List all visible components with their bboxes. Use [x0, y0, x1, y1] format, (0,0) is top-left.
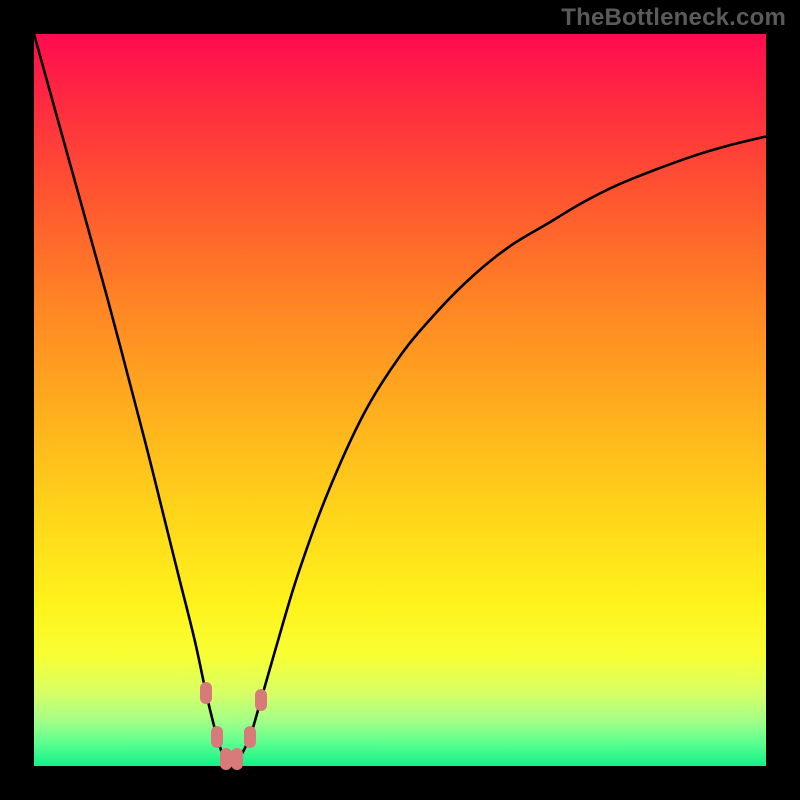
chart-frame: TheBottleneck.com	[0, 0, 800, 800]
min-marker	[231, 748, 243, 770]
bottleneck-curve	[34, 34, 766, 766]
attribution-label: TheBottleneck.com	[561, 4, 786, 32]
min-marker	[255, 689, 267, 711]
min-marker	[200, 682, 212, 704]
min-marker	[244, 726, 256, 748]
min-marker	[211, 726, 223, 748]
min-marker	[220, 748, 232, 770]
plot-area	[34, 34, 766, 766]
